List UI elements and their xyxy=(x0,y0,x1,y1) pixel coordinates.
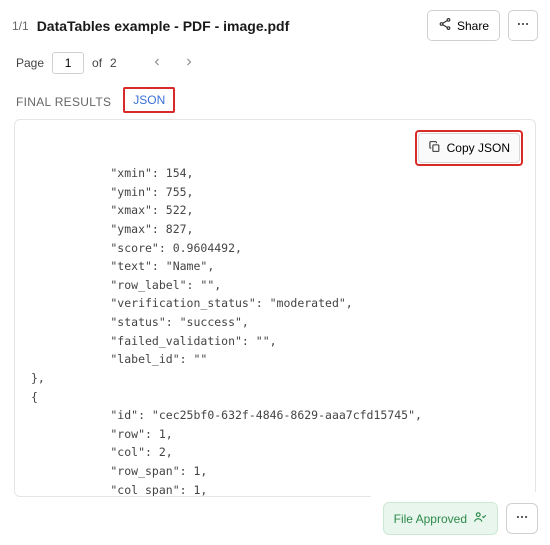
more-icon xyxy=(514,512,530,527)
more-button[interactable] xyxy=(508,10,538,41)
page-input[interactable] xyxy=(52,52,84,74)
share-button[interactable]: Share xyxy=(427,10,500,41)
copy-icon xyxy=(428,140,441,156)
page-label: Page xyxy=(16,56,44,70)
prev-page-button[interactable] xyxy=(145,51,169,75)
header: 1/1 DataTables example - PDF - image.pdf… xyxy=(0,0,550,49)
chevron-right-icon xyxy=(183,56,195,71)
json-panel: Copy JSON "xmin": 154, "ymin": 755, "xma… xyxy=(14,119,536,497)
copy-json-button[interactable]: Copy JSON xyxy=(418,133,520,163)
chevron-left-icon xyxy=(151,56,163,71)
page-counter: 1/1 xyxy=(12,19,29,33)
user-check-icon xyxy=(473,510,487,527)
share-icon xyxy=(438,17,452,34)
footer: File Approved xyxy=(371,492,550,545)
share-label: Share xyxy=(457,19,489,33)
more-icon xyxy=(516,17,530,34)
pagination-bar: Page of 2 xyxy=(0,49,550,87)
of-label: of xyxy=(92,56,102,70)
copy-json-highlight: Copy JSON xyxy=(415,130,523,166)
json-code-block[interactable]: "xmin": 154, "ymin": 755, "xmax": 522, "… xyxy=(15,120,535,497)
file-approved-label: File Approved xyxy=(394,512,467,526)
page-title: DataTables example - PDF - image.pdf xyxy=(37,18,419,34)
next-page-button[interactable] xyxy=(177,51,201,75)
footer-more-button[interactable] xyxy=(506,503,538,534)
copy-json-label: Copy JSON xyxy=(447,141,510,155)
tab-final-results[interactable]: FINAL RESULTS xyxy=(16,95,111,113)
total-pages: 2 xyxy=(110,56,117,70)
tabs: FINAL RESULTS JSON xyxy=(0,87,550,119)
file-approved-button[interactable]: File Approved xyxy=(383,502,498,535)
tab-json[interactable]: JSON xyxy=(123,87,175,113)
